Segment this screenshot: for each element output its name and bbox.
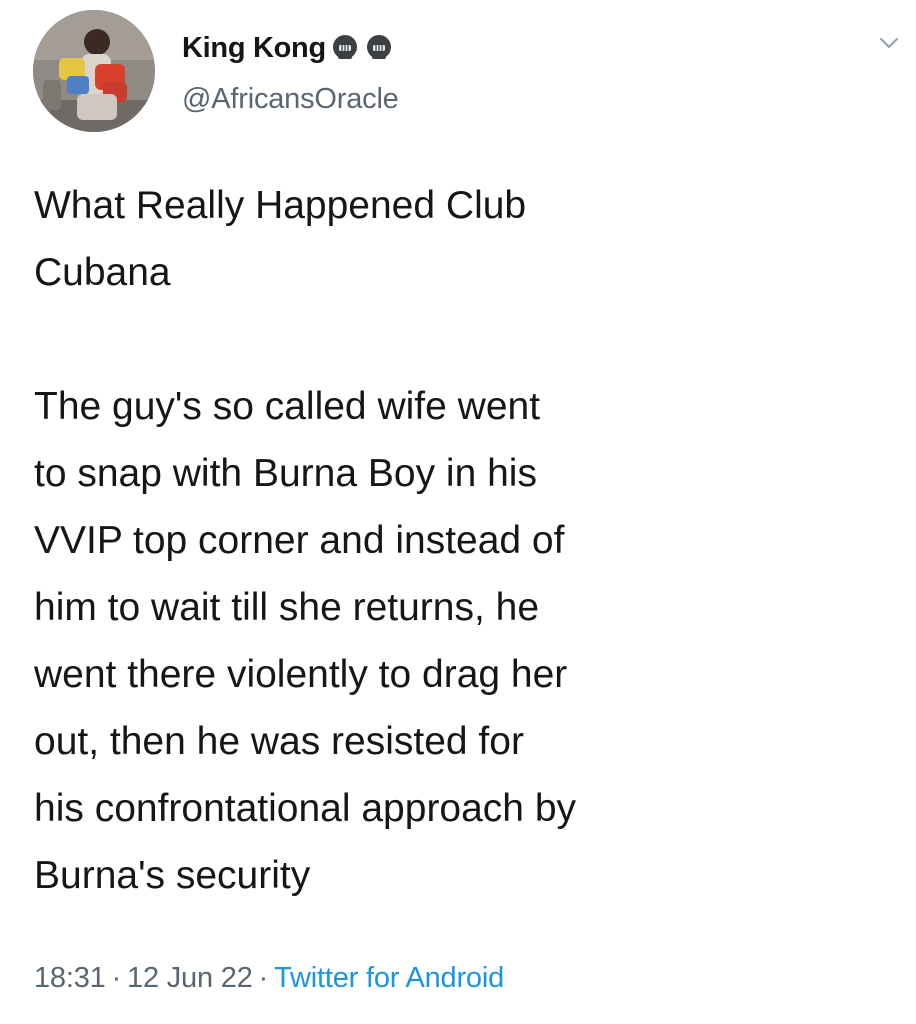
tweet-meta: 18:31 · 12 Jun 22 · Twitter for Android xyxy=(34,962,504,995)
tweet-paragraph: What Really Happened Club Cubana xyxy=(34,184,527,294)
author-name-row[interactable]: King Kong xyxy=(182,28,394,68)
tweet-date[interactable]: 12 Jun 22 xyxy=(127,962,253,994)
tweet-text: What Really Happened Club Cubana The guy… xyxy=(34,172,884,909)
author-handle[interactable]: @AfricansOracle xyxy=(182,83,399,116)
tweet-card: King Kong @AfricansOracle What Really Ha… xyxy=(0,0,916,1024)
tweet-source-link[interactable]: Twitter for Android xyxy=(274,962,504,994)
tweet-paragraph: The guy's so called wife went to snap wi… xyxy=(34,385,577,897)
avatar[interactable] xyxy=(33,10,155,132)
meta-separator: · xyxy=(258,962,269,994)
author-display-name[interactable]: King Kong xyxy=(182,32,326,65)
tweet-time[interactable]: 18:31 xyxy=(34,962,106,994)
meta-separator: · xyxy=(111,962,122,994)
skull-icon xyxy=(364,33,394,63)
avatar-image xyxy=(33,10,155,132)
skull-icon xyxy=(330,33,360,63)
chevron-down-icon[interactable] xyxy=(876,32,902,54)
